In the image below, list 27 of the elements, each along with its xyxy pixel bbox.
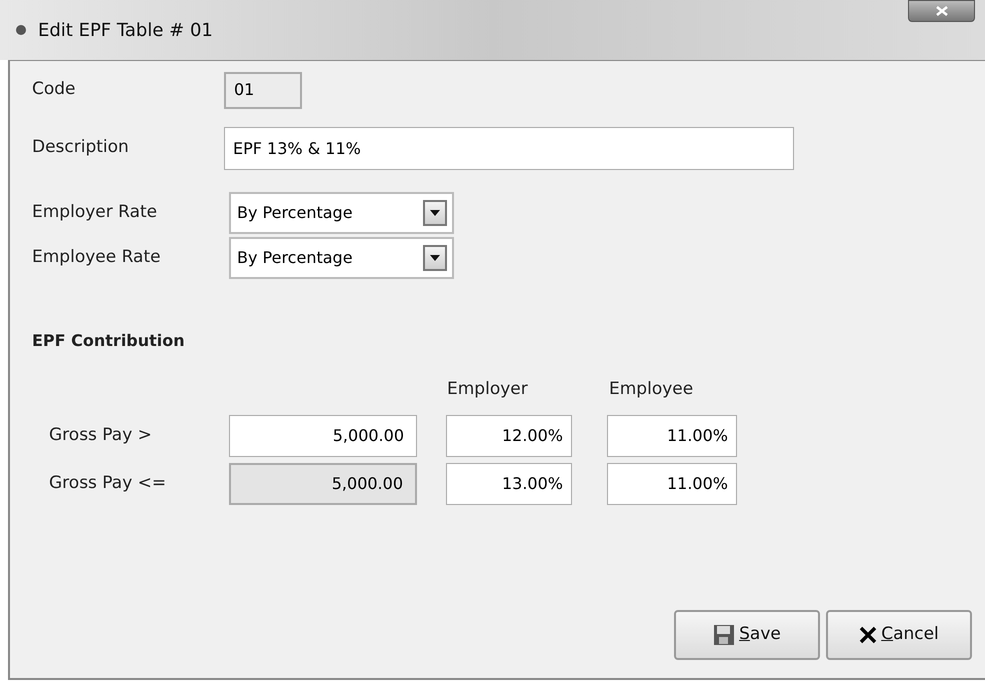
caret-icon	[430, 255, 440, 261]
amount-field[interactable]: 5,000.00	[229, 415, 417, 457]
employer-rate-field[interactable]: 12.00%	[446, 415, 572, 457]
row-label: Gross Pay >	[48, 424, 153, 448]
column-header: Employer	[447, 378, 529, 399]
window-icon	[16, 25, 26, 35]
dropdown-button[interactable]	[423, 245, 447, 271]
save-button[interactable]: Save	[674, 610, 820, 660]
code-field[interactable]: 01	[224, 72, 302, 108]
section-heading: EPF Contribution	[32, 330, 186, 352]
row-label: Gross Pay <=	[48, 472, 168, 496]
dropdown-button[interactable]	[423, 200, 447, 226]
close-button[interactable]	[908, 0, 975, 22]
rate-label: Employee Rate	[32, 246, 162, 270]
employee-rate-field[interactable]: 11.00%	[607, 415, 737, 457]
window-title: Edit EPF Table # 01	[38, 18, 213, 42]
rate-dropdown[interactable]: By Percentage	[229, 237, 454, 279]
code-label: Code	[32, 78, 77, 102]
description-field[interactable]: EPF 13% & 11%	[224, 126, 794, 170]
cancel-button[interactable]: Cancel	[826, 610, 972, 660]
rate-label: Employer Rate	[32, 201, 158, 224]
close-icon	[936, 6, 948, 16]
rate-dropdown[interactable]: By Percentage	[229, 192, 454, 234]
column-header: Employee	[609, 378, 694, 399]
close-icon	[859, 626, 878, 644]
description-label: Description	[32, 136, 130, 160]
caret-icon	[430, 210, 440, 216]
